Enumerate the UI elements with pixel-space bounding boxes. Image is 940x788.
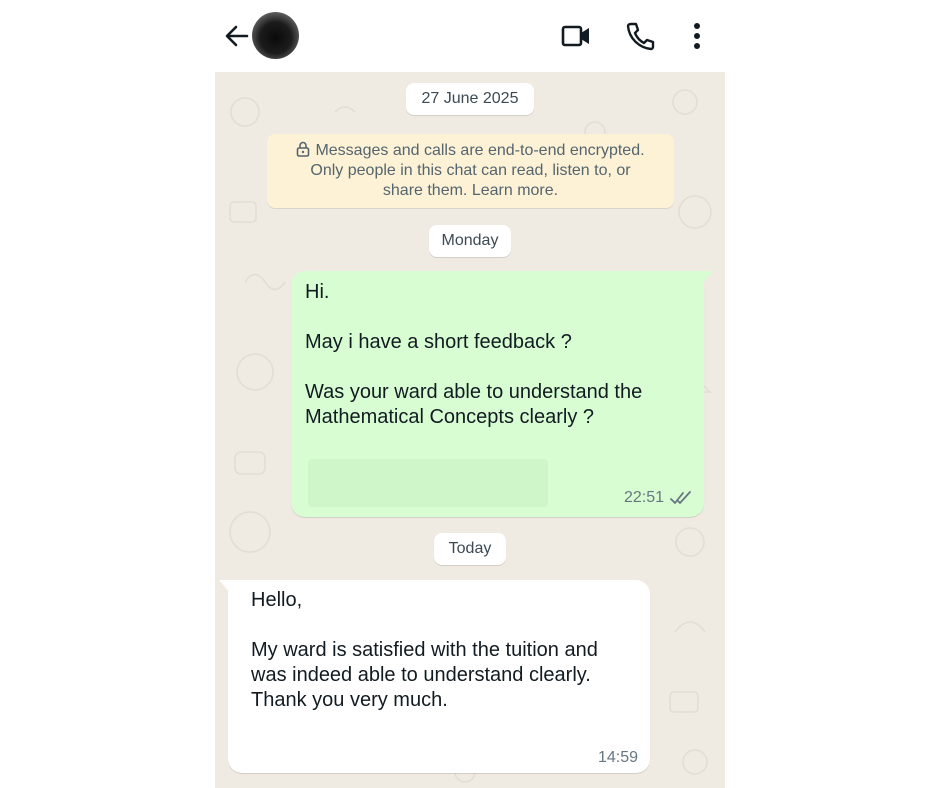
encryption-notice[interactable]: Messages and calls are end-to-end encryp… <box>267 134 674 208</box>
arrow-left-icon <box>225 25 249 47</box>
message-time: 22:51 <box>623 489 664 506</box>
redacted-region <box>308 459 548 507</box>
outgoing-message[interactable]: Hi. May i have a short feedback ? Was yo… <box>291 271 713 517</box>
lock-icon <box>297 141 310 157</box>
video-call-icon <box>561 25 589 47</box>
video-call-button[interactable] <box>560 20 592 52</box>
contact-avatar[interactable] <box>252 12 299 59</box>
message-line: Hello, <box>251 589 303 611</box>
encryption-notice-line-2: Only people in this chat can read, liste… <box>310 162 631 179</box>
back-button[interactable] <box>223 22 251 50</box>
phone-icon <box>626 22 655 51</box>
double-check-icon <box>670 490 691 504</box>
message-time: 14:59 <box>597 749 638 766</box>
encryption-notice-line-3: share them. Learn more. <box>382 182 559 199</box>
chat-header <box>215 0 725 72</box>
more-options-button[interactable] <box>681 20 713 52</box>
message-line: was indeed able to understand clearly. <box>251 664 591 686</box>
day-divider-monday: Monday <box>429 225 511 257</box>
voice-call-button[interactable] <box>624 20 656 52</box>
message-meta: 22:51 <box>624 485 692 510</box>
message-line: Was your ward able to understand the <box>305 381 643 403</box>
message-line: Mathematical Concepts clearly ? <box>305 406 595 428</box>
bubble-tail <box>219 580 229 592</box>
date-divider: 27 June 2025 <box>406 83 534 115</box>
message-line: Hi. <box>305 281 330 303</box>
chat-area[interactable]: 27 June 2025 Messages and calls are end-… <box>215 72 725 788</box>
message-line: Thank you very much. <box>251 689 448 711</box>
message-line: My ward is satisfied with the tuition an… <box>251 639 598 661</box>
message-line: May i have a short feedback ? <box>305 331 572 353</box>
day-divider-today: Today <box>434 533 506 565</box>
bubble-tail <box>703 271 713 283</box>
more-vertical-icon <box>694 23 700 49</box>
incoming-message[interactable]: Hello, My ward is satisfied with the tui… <box>219 580 650 773</box>
encryption-notice-line-1: Messages and calls are end-to-end encryp… <box>315 142 645 159</box>
